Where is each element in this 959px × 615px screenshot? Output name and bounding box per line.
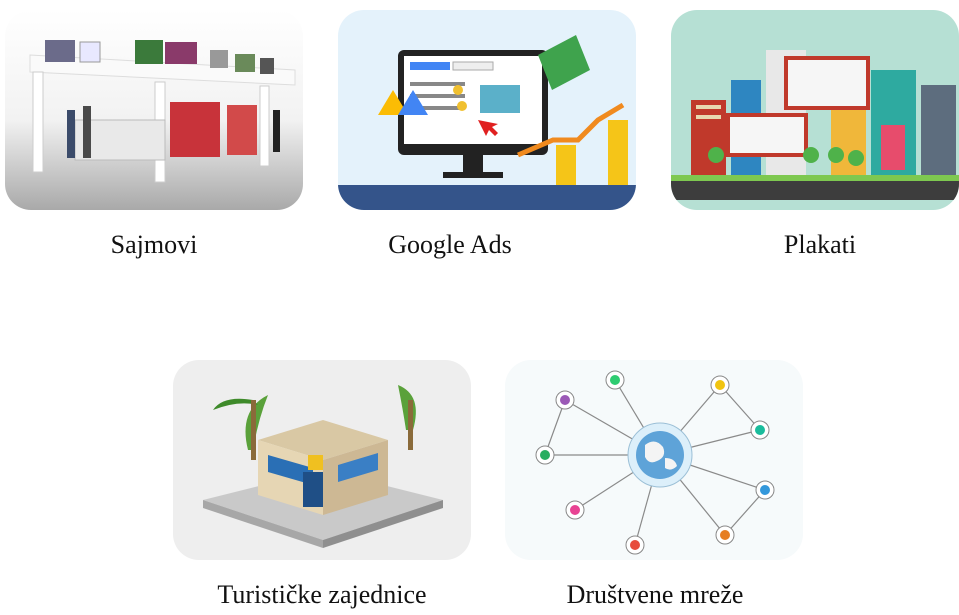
trade-fair-booth-image[interactable]: [5, 10, 303, 210]
social-network-globe-image[interactable]: [505, 360, 803, 560]
google-ads-monitor-image[interactable]: [338, 10, 636, 210]
service-label: Google Ads: [388, 230, 512, 259]
city-billboards-image[interactable]: [671, 10, 959, 210]
service-label: Sajmovi: [110, 230, 198, 259]
service-label: Plakati: [783, 230, 857, 259]
service-label: Turističke zajednice: [217, 580, 427, 609]
tourist-info-office-image[interactable]: [173, 360, 471, 560]
service-label: Društvene mreže: [566, 580, 744, 609]
